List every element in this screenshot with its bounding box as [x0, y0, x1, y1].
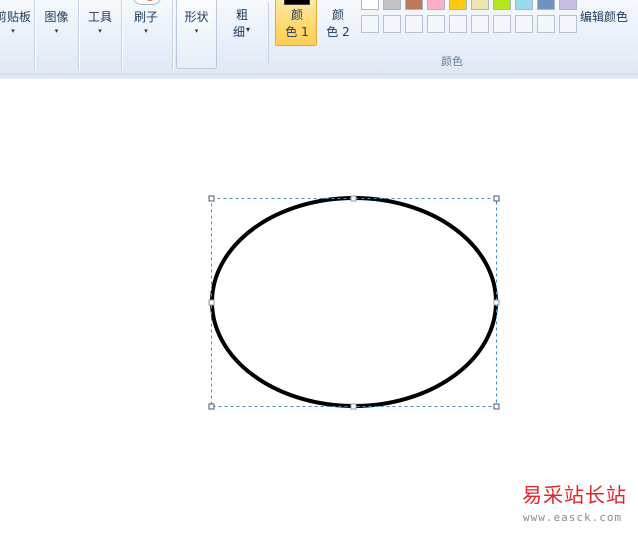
palette-color-swatch[interactable]	[559, 0, 577, 10]
palette-color-swatch[interactable]	[449, 0, 467, 10]
watermark-url: www.easck.com	[523, 511, 623, 524]
resize-handle-left[interactable]	[208, 299, 215, 306]
palette-custom-swatch[interactable]	[383, 15, 401, 33]
palette-custom-swatch[interactable]	[361, 15, 379, 33]
palette-color-swatch[interactable]	[515, 0, 533, 10]
palette-color-swatch[interactable]	[471, 0, 489, 10]
palette-custom-swatch[interactable]	[515, 15, 533, 33]
palette-color-swatch[interactable]	[537, 0, 555, 10]
color-palette	[0, 0, 638, 40]
ribbon: 剪贴板 ▾ 图像 ▾ 工具 ▾ 刷子 ▾ 形状 ▾ 粗 细 ▾ 颜 色 1 颜 …	[0, 0, 638, 74]
resize-handle-bottom[interactable]	[350, 403, 357, 410]
palette-custom-swatch[interactable]	[449, 15, 467, 33]
palette-color-swatch[interactable]	[405, 0, 423, 10]
palette-color-swatch[interactable]	[427, 0, 445, 10]
palette-color-swatch[interactable]	[361, 0, 379, 10]
watermark-title: 易采站长站	[522, 483, 627, 507]
resize-handle-top[interactable]	[350, 195, 357, 202]
drawing-canvas[interactable]	[0, 79, 638, 534]
colors-group-label: 颜色	[441, 55, 463, 68]
resize-handle-top-left[interactable]	[208, 195, 215, 202]
edit-colors-button[interactable]: 编辑颜色	[580, 8, 628, 25]
palette-custom-swatch[interactable]	[559, 15, 577, 33]
palette-color-swatch[interactable]	[493, 0, 511, 10]
palette-custom-swatch[interactable]	[405, 15, 423, 33]
resize-handle-bottom-left[interactable]	[208, 403, 215, 410]
resize-handle-right[interactable]	[493, 299, 500, 306]
resize-handle-bottom-right[interactable]	[493, 403, 500, 410]
canvas-drawing	[208, 195, 500, 410]
palette-custom-swatch[interactable]	[427, 15, 445, 33]
resize-handle-top-right[interactable]	[493, 195, 500, 202]
palette-custom-swatch[interactable]	[537, 15, 555, 33]
palette-color-swatch[interactable]	[383, 0, 401, 10]
palette-custom-swatch[interactable]	[471, 15, 489, 33]
ellipse-shape[interactable]	[210, 196, 498, 408]
palette-custom-swatch[interactable]	[493, 15, 511, 33]
